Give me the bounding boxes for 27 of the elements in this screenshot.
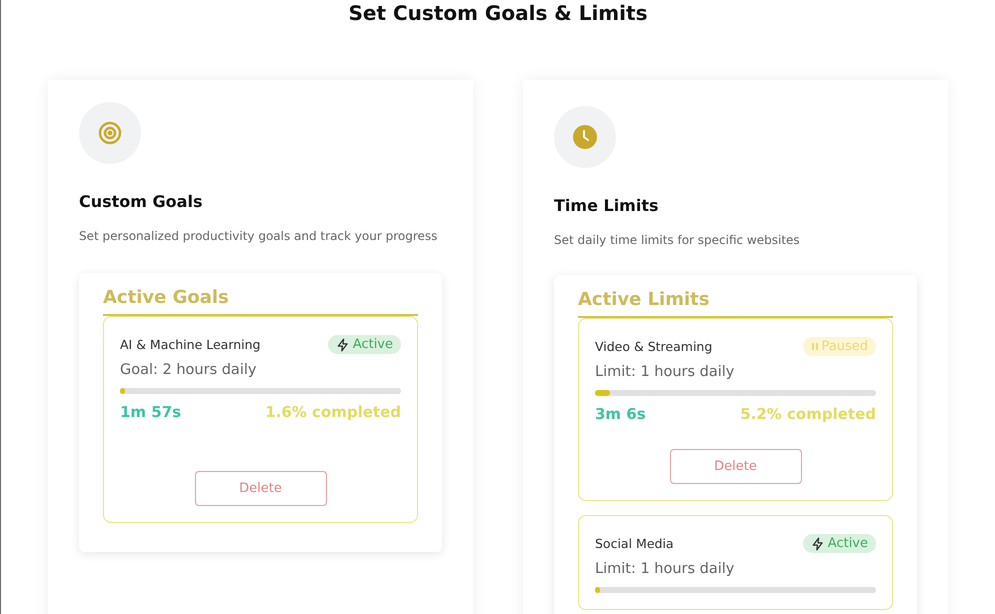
target-icon [98, 121, 122, 145]
card-description: Set personalized productivity goals and track your progress [79, 228, 438, 245]
tracker-target: Limit: 1 hours daily [595, 561, 736, 577]
status-badge: Active [328, 335, 401, 354]
card-description: Set daily time limits for specific websites [554, 232, 801, 249]
time-spent: 1m 57s [120, 403, 182, 421]
delete-button[interactable]: Delete [194, 471, 326, 506]
card-title: Custom Goals [79, 192, 204, 211]
panel-heading: Active Goals [103, 287, 418, 316]
lightning-icon [336, 338, 350, 352]
pause-icon [810, 342, 819, 351]
percent-completed: 1.6% completed [265, 403, 401, 421]
tracker-name: AI & Machine Learning [120, 337, 260, 352]
tracker-name: Social Media [595, 536, 674, 551]
lightning-icon [810, 536, 825, 550]
status-badge: Active [802, 534, 876, 553]
clock-icon [573, 125, 597, 149]
time-spent: 3m 6s [595, 405, 646, 423]
tracker-name: Video & Streaming [595, 339, 712, 354]
card-title: Time Limits [554, 196, 660, 215]
percent-completed: 5.2% completed [740, 405, 876, 423]
tracker-target: Goal: 2 hours daily [120, 362, 258, 378]
page-title: Set Custom Goals & Limits [348, 0, 648, 25]
delete-button[interactable]: Delete [670, 449, 802, 484]
status-badge: Paused [802, 337, 876, 356]
panel-heading: Active Limits [578, 289, 893, 318]
tracker-target: Limit: 1 hours daily [595, 364, 736, 380]
